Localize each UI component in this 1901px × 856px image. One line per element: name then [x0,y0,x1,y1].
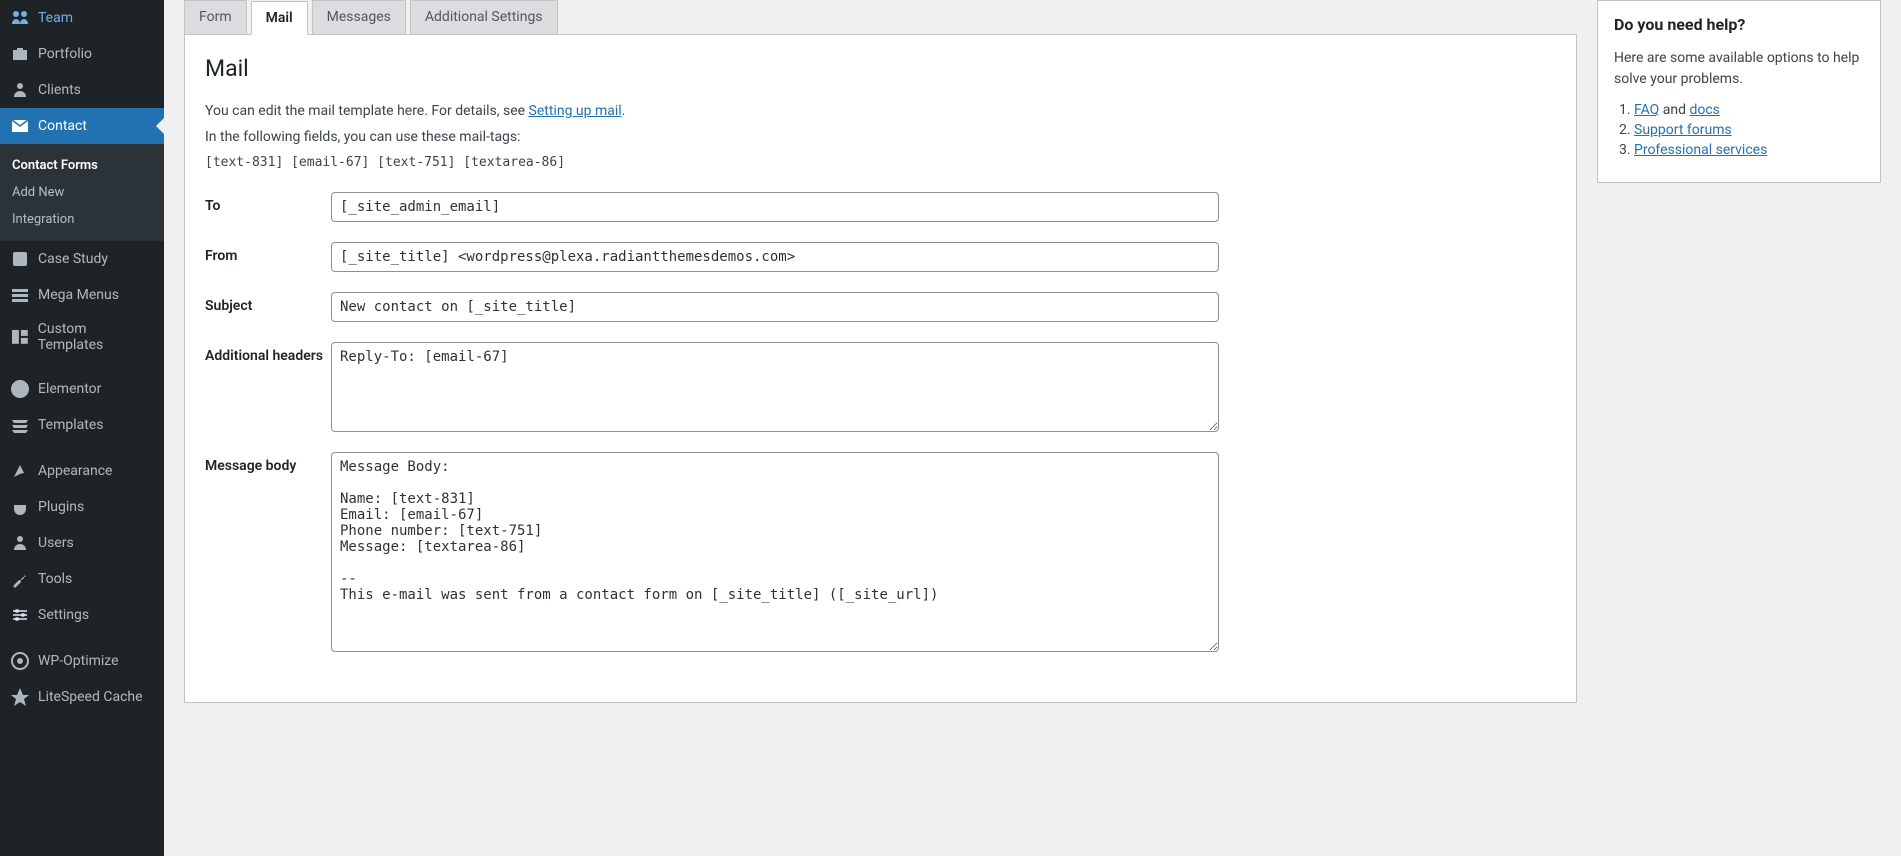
wp-optimize-icon [10,651,30,671]
sidebar-item-portfolio[interactable]: Portfolio [0,36,164,72]
help-title: Do you need help? [1614,15,1864,34]
sidebar-item-templates[interactable]: Templates [0,407,164,443]
sidebar-item-label: Settings [38,607,89,623]
sidebar-item-settings[interactable]: Settings [0,597,164,633]
users-icon [10,533,30,553]
sidebar-item-label: Team [38,10,73,26]
help-box: Do you need help? Here are some availabl… [1597,0,1881,183]
mail-panel: Mail You can edit the mail template here… [184,34,1577,703]
sidebar-item-label: LiteSpeed Cache [38,689,143,705]
sidebar-item-label: Clients [38,82,81,98]
sidebar-item-elementor[interactable]: Elementor [0,371,164,407]
panel-intro-2: In the following fields, you can use the… [205,126,1556,148]
portfolio-icon [10,44,30,64]
sidebar-item-label: Contact [38,118,87,134]
panel-intro-1: You can edit the mail template here. For… [205,100,1556,122]
help-link-faq[interactable]: FAQ [1634,102,1659,118]
tools-icon [10,569,30,589]
tab-form[interactable]: Form [184,0,247,34]
sidebar-item-label: Elementor [38,381,101,397]
help-link-pro[interactable]: Professional services [1634,142,1767,158]
main-content: Form Mail Messages Additional Settings M… [164,0,1901,856]
help-item-faq-docs: FAQ and docs [1634,102,1864,118]
subject-input[interactable] [331,292,1219,322]
submenu-add-new[interactable]: Add New [0,179,164,206]
additional-headers-textarea[interactable] [331,342,1219,432]
mail-tags: [text-831] [email-67] [text-751] [textar… [205,155,1556,170]
mail-icon [10,116,30,136]
mega-menus-icon [10,285,30,305]
custom-templates-icon [10,327,30,347]
sidebar-item-label: Users [38,535,74,551]
sidebar-item-label: Portfolio [38,46,92,62]
from-input[interactable] [331,242,1219,272]
team-icon [10,8,30,28]
sidebar-item-case-study[interactable]: Case Study [0,241,164,277]
sidebar-item-custom-templates[interactable]: Custom Templates [0,313,164,361]
case-study-icon [10,249,30,269]
to-input[interactable] [331,192,1219,222]
admin-sidebar: Team Portfolio Clients Contact Contact F… [0,0,164,856]
clients-icon [10,80,30,100]
tab-additional-settings[interactable]: Additional Settings [410,0,558,34]
help-link-support[interactable]: Support forums [1634,122,1732,138]
sidebar-item-label: Appearance [38,463,112,479]
sidebar-item-contact[interactable]: Contact [0,108,164,144]
subject-label: Subject [205,292,331,314]
sidebar-item-clients[interactable]: Clients [0,72,164,108]
elementor-icon [10,379,30,399]
setting-up-mail-link[interactable]: Setting up mail [529,103,622,119]
message-body-label: Message body [205,452,331,474]
help-intro: Here are some available options to help … [1614,48,1864,90]
tab-bar: Form Mail Messages Additional Settings [184,0,1577,34]
sidebar-item-label: Case Study [38,251,108,267]
panel-heading: Mail [205,55,1556,82]
appearance-icon [10,461,30,481]
templates-icon [10,415,30,435]
submenu-contact-forms[interactable]: Contact Forms [0,152,164,179]
message-body-textarea[interactable] [331,452,1219,652]
settings-icon [10,605,30,625]
sidebar-item-mega-menus[interactable]: Mega Menus [0,277,164,313]
sidebar-item-label: Custom Templates [38,321,154,353]
sidebar-item-label: Mega Menus [38,287,119,303]
sidebar-item-appearance[interactable]: Appearance [0,453,164,489]
sidebar-item-users[interactable]: Users [0,525,164,561]
submenu-integration[interactable]: Integration [0,206,164,233]
sidebar-item-label: Templates [38,417,104,433]
help-link-docs[interactable]: docs [1689,102,1719,118]
sidebar-item-label: Plugins [38,499,84,515]
additional-headers-label: Additional headers [205,342,331,364]
plugins-icon [10,497,30,517]
sidebar-submenu: Contact Forms Add New Integration [0,144,164,241]
tab-mail[interactable]: Mail [251,1,308,35]
sidebar-item-litespeed[interactable]: LiteSpeed Cache [0,679,164,715]
from-label: From [205,242,331,264]
litespeed-icon [10,687,30,707]
to-label: To [205,192,331,214]
sidebar-item-team[interactable]: Team [0,0,164,36]
tab-messages[interactable]: Messages [312,0,406,34]
sidebar-item-tools[interactable]: Tools [0,561,164,597]
sidebar-item-label: Tools [38,571,72,587]
sidebar-item-wp-optimize[interactable]: WP-Optimize [0,643,164,679]
sidebar-item-plugins[interactable]: Plugins [0,489,164,525]
sidebar-item-label: WP-Optimize [38,653,119,669]
